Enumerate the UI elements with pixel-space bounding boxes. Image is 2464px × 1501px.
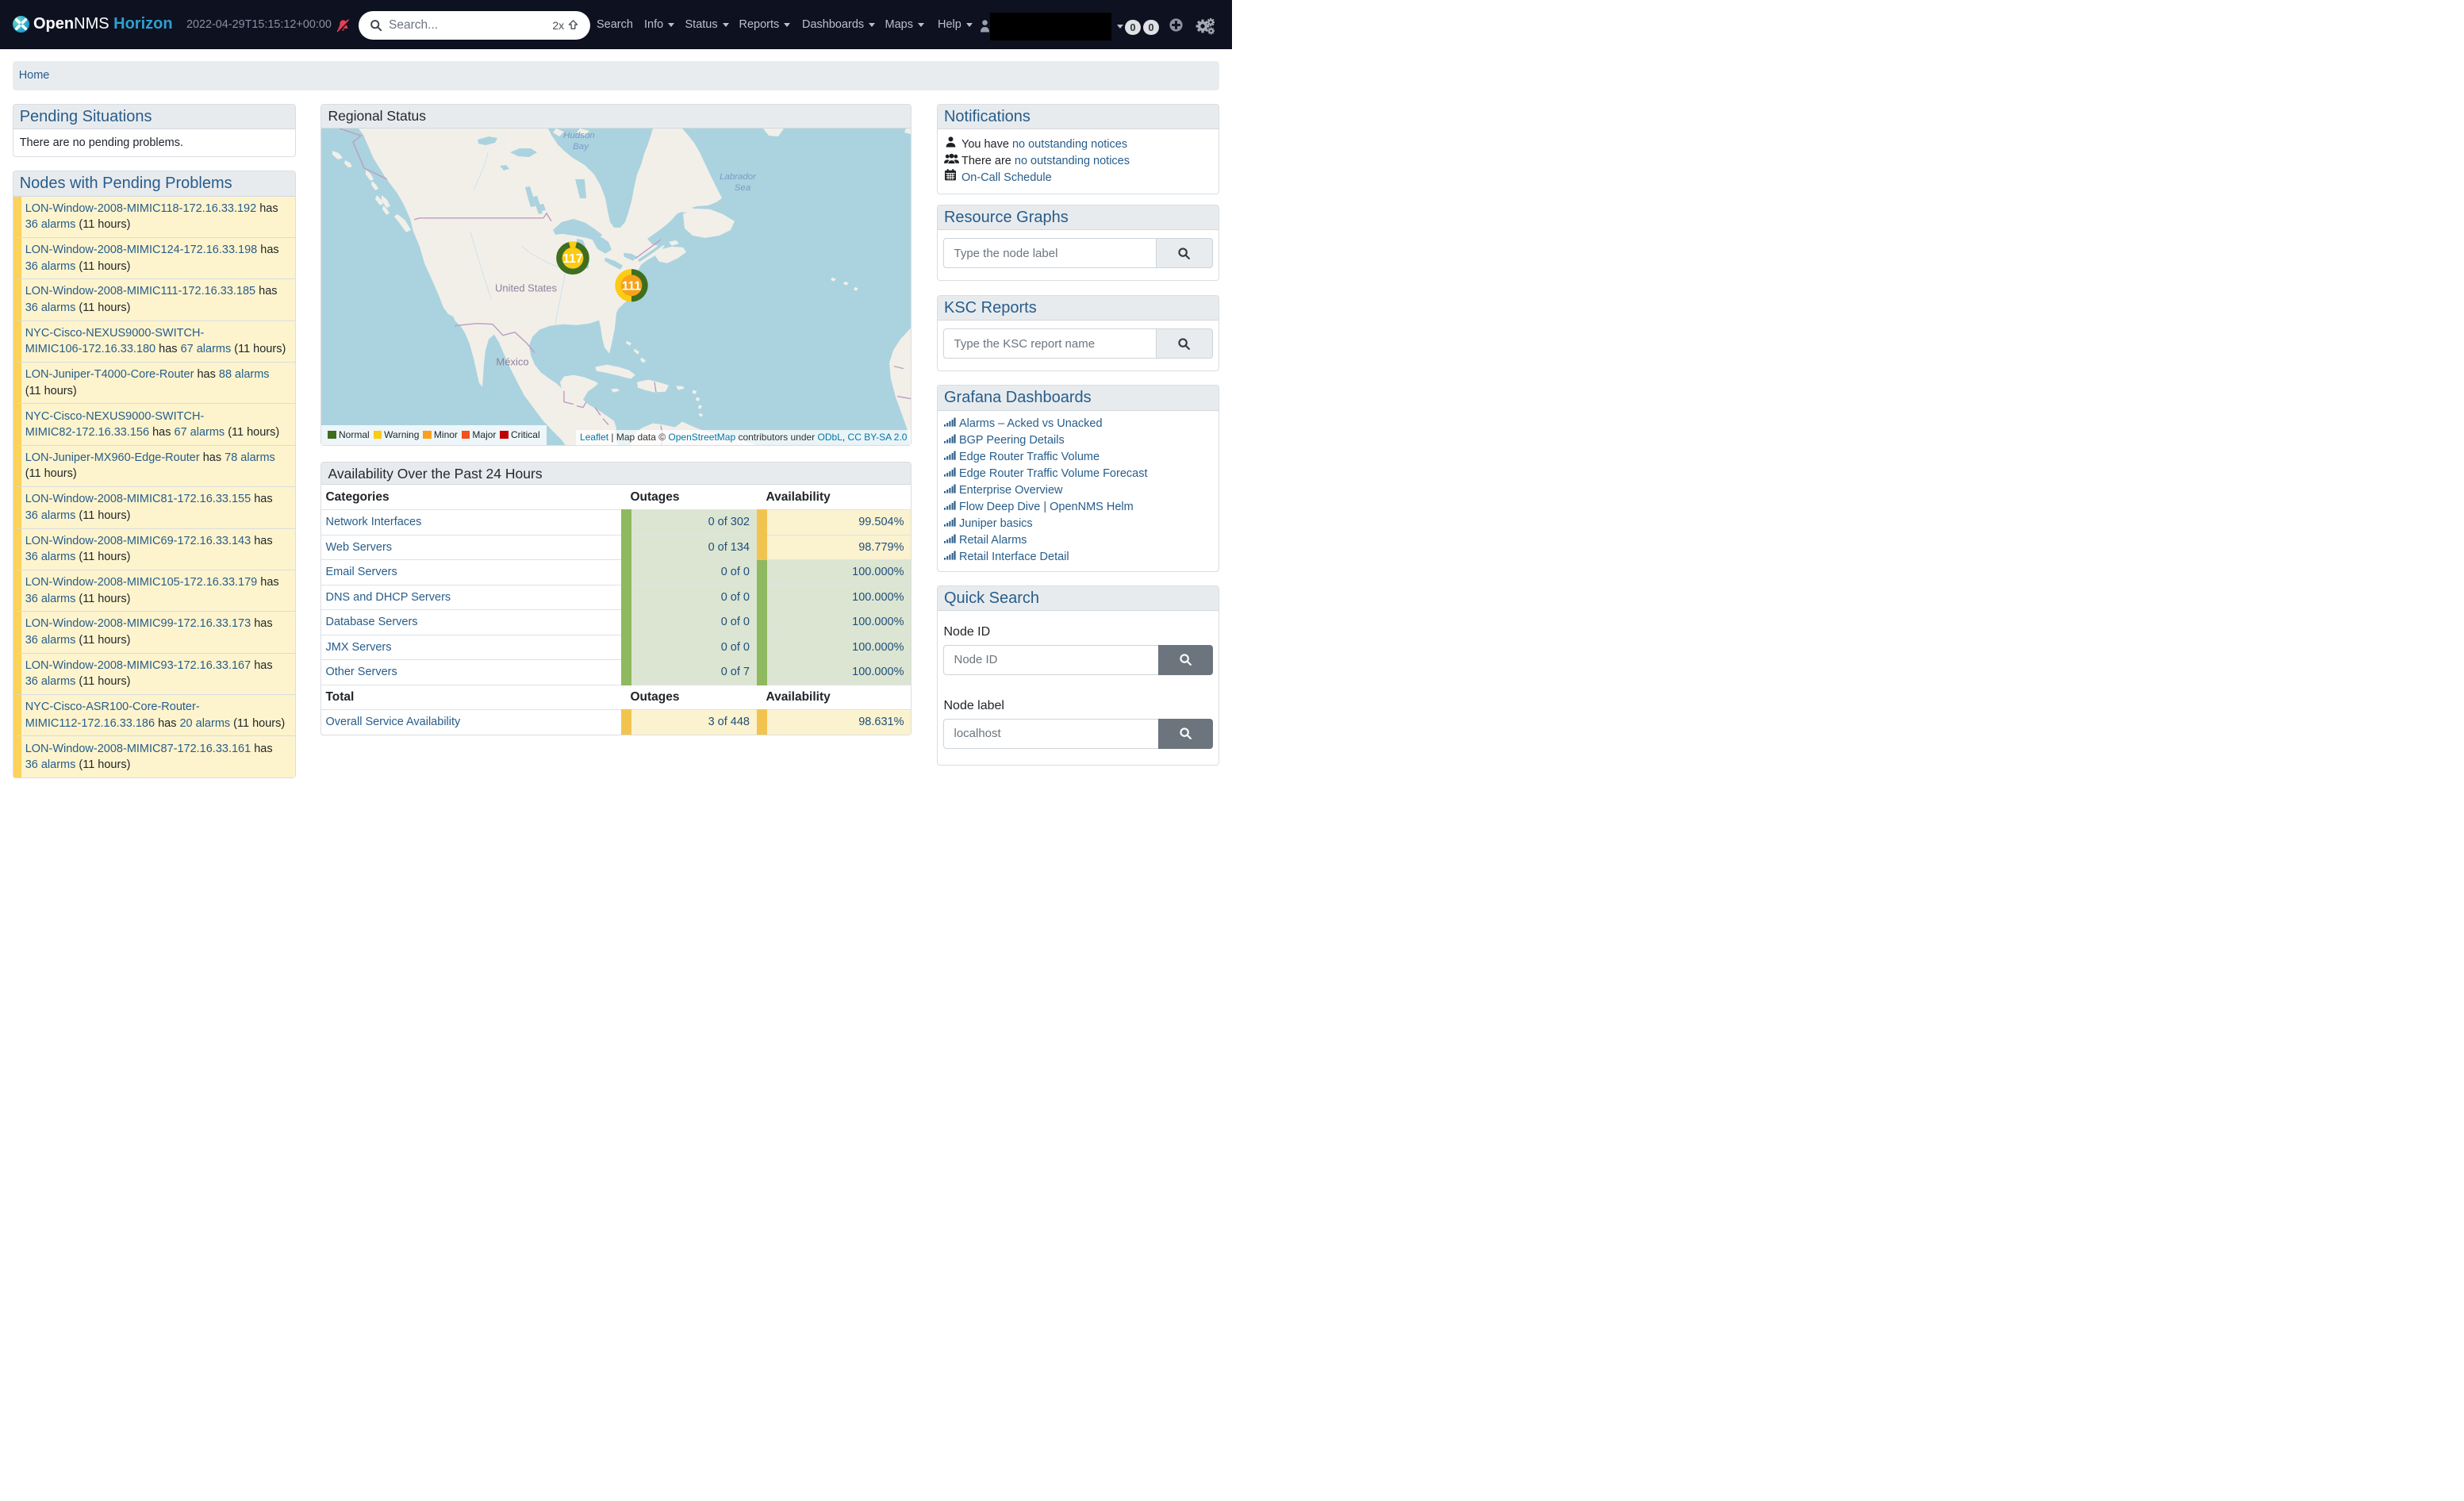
- svg-text:Hudson: Hudson: [564, 131, 596, 140]
- svg-text:111: 111: [622, 279, 642, 293]
- svg-text:México: México: [497, 356, 529, 368]
- svg-text:117: 117: [563, 252, 583, 266]
- svg-text:Sea: Sea: [735, 183, 750, 193]
- svg-text:Bay: Bay: [574, 142, 590, 152]
- svg-text:Labrador: Labrador: [720, 172, 757, 182]
- svg-text:United States: United States: [495, 282, 558, 294]
